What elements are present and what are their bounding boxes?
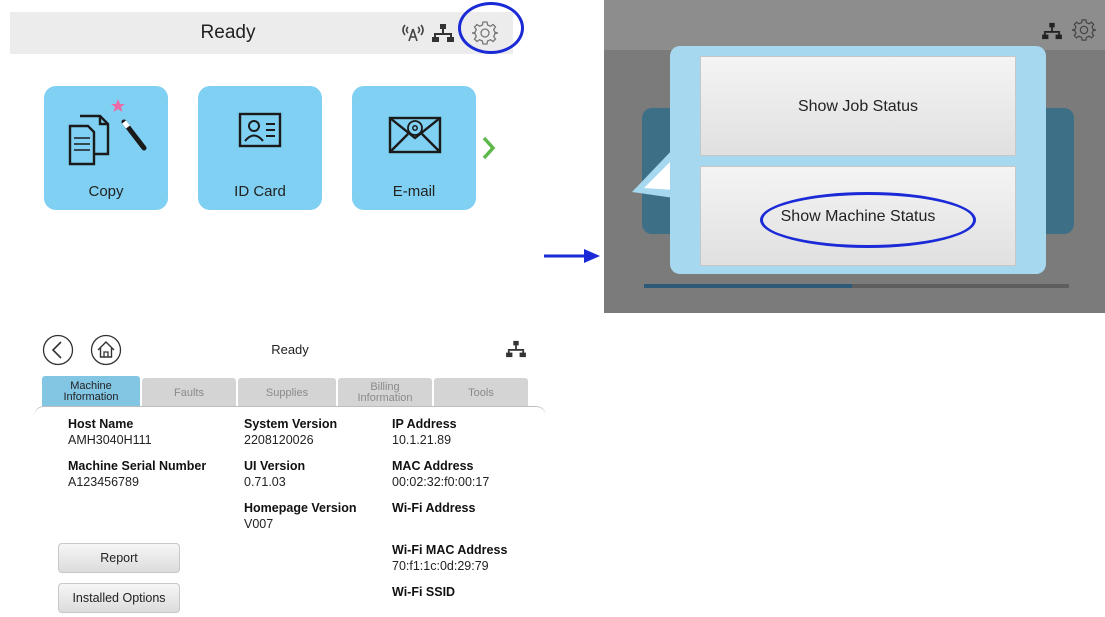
wifi-mac-address-label: Wi-Fi MAC Address	[392, 543, 508, 557]
system-version-value: 2208120026	[244, 433, 314, 447]
ui-version-field: UI Version 0.71.03	[244, 459, 305, 489]
popup-tail	[632, 148, 674, 198]
serial-number-value: A123456789	[68, 475, 139, 489]
id-card-icon	[238, 112, 282, 148]
tab-bar: Machine Information Faults Supplies Bill…	[42, 376, 532, 408]
installed-options-button[interactable]: Installed Options	[58, 583, 180, 613]
wifi-mac-address-field: Wi-Fi MAC Address 70:f1:1c:0d:29:79	[392, 543, 507, 573]
ip-address-label: IP Address	[392, 417, 457, 431]
status-popup-screen: Show Job Status Show Machine Status	[604, 0, 1105, 313]
show-job-status-button[interactable]: Show Job Status	[700, 56, 1016, 156]
tab-faults[interactable]: Faults	[142, 378, 236, 408]
host-name-field: Host Name AMH3040H111	[68, 417, 152, 447]
wifi-ssid-label: Wi-Fi SSID	[392, 585, 456, 599]
homepage-version-field: Homepage Version V007	[244, 501, 357, 531]
report-button-label: Report	[100, 551, 138, 565]
mac-address-label: MAC Address	[392, 459, 474, 473]
progress-bar	[644, 284, 1069, 288]
back-icon[interactable]	[42, 334, 74, 366]
ui-version-label: UI Version	[244, 459, 306, 473]
report-button[interactable]: Report	[58, 543, 180, 573]
copy-tile[interactable]: Copy	[44, 86, 168, 210]
network-icon	[506, 340, 526, 358]
system-version-label: System Version	[244, 417, 338, 431]
tab-label: Tools	[468, 386, 494, 399]
machine-status-screen: Ready Machine Information Faults Supplie…	[34, 324, 546, 617]
tab-supplies[interactable]: Supplies	[238, 378, 336, 408]
id-card-tile-label: ID Card	[234, 183, 286, 200]
tab-label: Supplies	[265, 386, 309, 399]
network-icon	[432, 24, 454, 42]
show-machine-status-label: Show Machine Status	[780, 208, 936, 225]
id-card-tile[interactable]: ID Card	[198, 86, 322, 210]
email-icon	[388, 116, 442, 154]
gear-icon[interactable]	[472, 20, 498, 46]
tab-label: Machine Information	[63, 380, 119, 403]
installed-options-button-label: Installed Options	[72, 591, 166, 605]
serial-number-field: Machine Serial Number A123456789	[68, 459, 206, 489]
copy-tile-label: Copy	[88, 183, 124, 200]
gear-icon[interactable]	[1072, 18, 1096, 42]
chevron-right-icon[interactable]	[480, 134, 498, 162]
wifi-address-label: Wi-Fi Address	[392, 501, 476, 515]
serial-number-label: Machine Serial Number	[68, 459, 207, 473]
system-version-field: System Version 2208120026	[244, 417, 337, 447]
tab-tools[interactable]: Tools	[434, 378, 528, 408]
tab-label: Billing Information	[357, 381, 413, 404]
network-icon	[1042, 22, 1062, 40]
arrow-right-icon	[544, 249, 600, 263]
homepage-version-value: V007	[244, 517, 274, 531]
ui-version-value: 0.71.03	[244, 475, 286, 489]
homepage-version-label: Homepage Version	[244, 501, 357, 515]
home-status-bar: Ready	[10, 12, 513, 54]
email-tile[interactable]: E-mail	[352, 86, 476, 210]
ip-address-field: IP Address 10.1.21.89	[392, 417, 457, 447]
progress-bar-fill	[644, 284, 853, 288]
home-icon[interactable]	[90, 334, 122, 366]
host-name-label: Host Name	[68, 417, 134, 431]
wifi-address-field: Wi-Fi Address	[392, 501, 475, 517]
wifi-icon	[402, 24, 424, 42]
wifi-ssid-field: Wi-Fi SSID	[392, 585, 455, 601]
host-name-value: AMH3040H111	[68, 433, 152, 447]
email-tile-label: E-mail	[392, 183, 436, 200]
copy-icon	[68, 99, 147, 166]
machine-status-header: Ready	[34, 324, 546, 374]
machine-information-panel: Host Name AMH3040H111 Machine Serial Num…	[34, 406, 546, 617]
mac-address-field: MAC Address 00:02:32:f0:00:17	[392, 459, 489, 489]
show-machine-status-button[interactable]: Show Machine Status	[700, 166, 1016, 266]
status-title: Ready	[200, 22, 256, 43]
show-job-status-label: Show Job Status	[797, 98, 919, 115]
ip-address-value: 10.1.21.89	[392, 433, 452, 447]
tab-machine-information[interactable]: Machine Information	[42, 376, 140, 408]
wifi-mac-address-value: 70:f1:1c:0d:29:79	[392, 559, 489, 573]
tab-label: Faults	[174, 386, 204, 399]
status-popup: Show Job Status Show Machine Status	[670, 46, 1046, 274]
mac-address-value: 00:02:32:f0:00:17	[392, 475, 490, 489]
tab-billing-information[interactable]: Billing Information	[338, 378, 432, 408]
popup-status-bar	[604, 0, 1105, 50]
